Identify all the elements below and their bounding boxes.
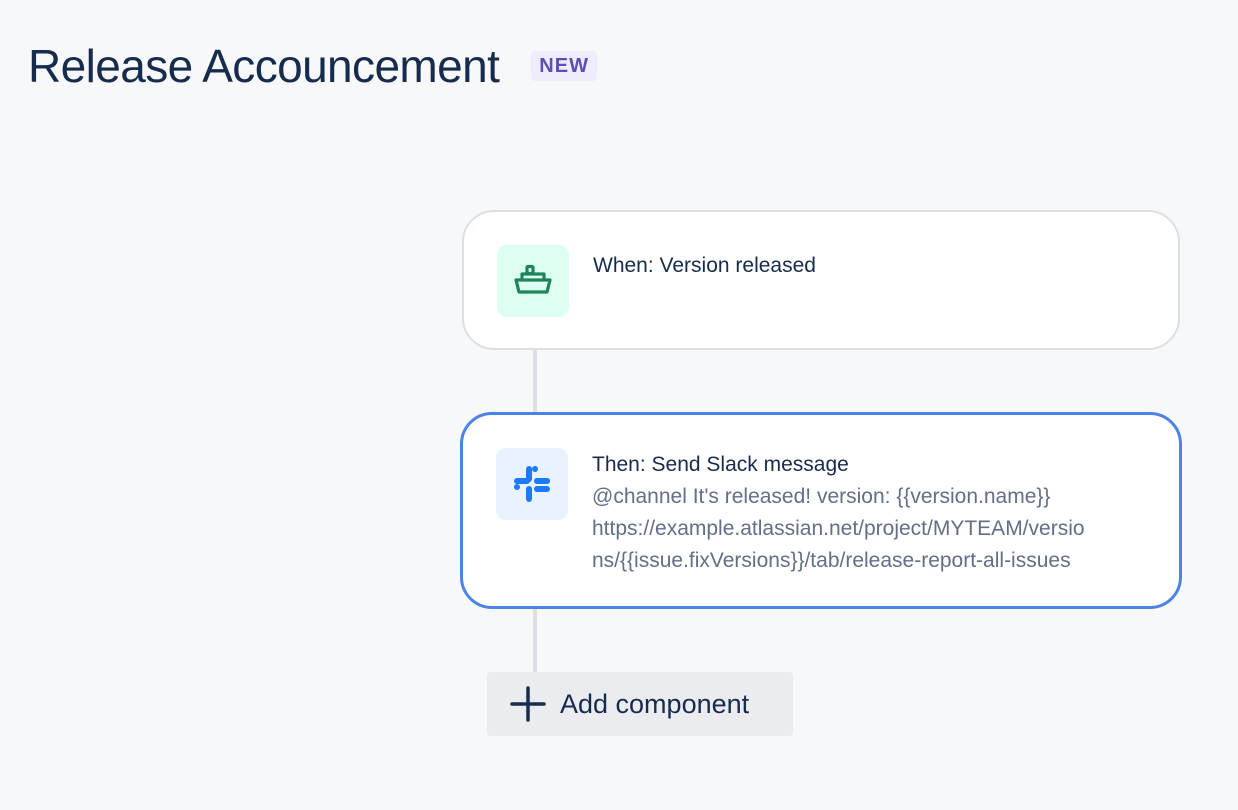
action-card[interactable]: Then: Send Slack message @channel It's r… [460,412,1182,609]
plus-icon [509,685,547,723]
status-badge: NEW [531,51,597,81]
action-message-line1: @channel It's released! version: {{versi… [592,485,1051,508]
trigger-card[interactable]: When: Version released [462,210,1180,350]
flow-connector-bottom [533,606,537,674]
trigger-title: When: Version released [593,254,816,277]
page-header: Release Accouncement NEW [28,36,597,96]
add-component-label: Add component [560,688,750,719]
ship-icon [497,245,569,317]
slack-icon [496,448,568,520]
flow-connector-top [533,348,537,416]
add-component-button[interactable]: Add component [487,672,793,736]
action-message-line2: https://example.atlassian.net/project/MY… [592,517,1085,572]
action-title: Then: Send Slack message [592,453,849,476]
page-title: Release Accouncement [28,40,500,92]
